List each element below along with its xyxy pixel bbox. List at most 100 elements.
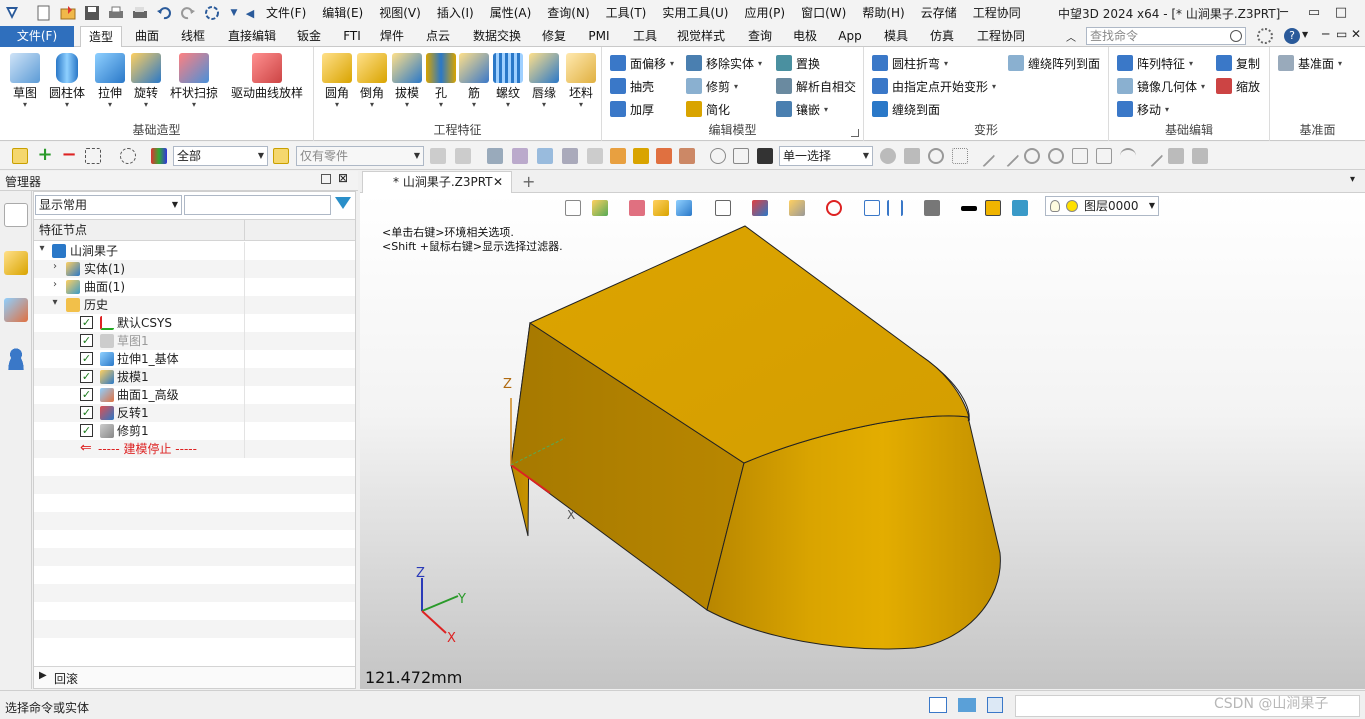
snap-icon-2[interactable] [904, 148, 920, 164]
menu-utilities[interactable]: 实用工具(U) [654, 2, 736, 24]
tree-row-root[interactable]: ▾ 山涧果子 [34, 242, 355, 260]
copy-button[interactable]: 复制 [1216, 53, 1260, 73]
visibility-checkbox[interactable]: ✓ [80, 316, 93, 329]
new-tab-icon[interactable]: + [522, 172, 535, 191]
manager-search-field[interactable] [184, 195, 331, 215]
snap-icon-10[interactable] [1096, 148, 1112, 164]
remove-solid-button[interactable]: 移除实体 ▾ [686, 53, 762, 73]
status-icon-3[interactable] [987, 697, 1003, 713]
tab-pmi[interactable]: PMI [582, 26, 616, 47]
display-filter-combo[interactable]: 显示常用 ▼ [35, 195, 182, 215]
command-search-input[interactable]: 查找命令 [1086, 27, 1246, 45]
view-manager-icon[interactable] [4, 298, 28, 322]
select-tool-icon-8[interactable] [656, 148, 672, 164]
filter-icon[interactable] [151, 148, 167, 164]
menu-window[interactable]: 窗口(W) [793, 2, 854, 24]
tab-visual-style[interactable]: 视觉样式 [671, 26, 731, 47]
snap-icon-6[interactable] [996, 144, 1020, 168]
parts-filter-icon[interactable] [273, 148, 289, 164]
snap-icon-13[interactable] [1168, 148, 1184, 164]
menu-apps[interactable]: 应用(P) [737, 2, 794, 24]
resolve-self-intersection-button[interactable]: 解析自相交 [776, 76, 856, 96]
add-icon[interactable]: + [37, 146, 53, 164]
expand-icon[interactable]: › [50, 279, 60, 290]
visibility-checkbox[interactable]: ✓ [80, 370, 93, 383]
scissors-icon[interactable] [430, 148, 446, 164]
remove-icon[interactable]: − [61, 146, 77, 164]
cylinder-button[interactable]: 圆柱体 ▾ [48, 50, 86, 110]
snap-icon-11[interactable] [1120, 148, 1136, 164]
box-select-icon[interactable] [85, 148, 101, 164]
undo-icon[interactable] [154, 3, 174, 23]
select-mode-combo[interactable]: 单一选择 ▼ [779, 146, 873, 166]
redo-icon[interactable] [178, 3, 198, 23]
document-tab[interactable]: * 山涧果子.Z3PRT ✕ [362, 171, 512, 194]
menu-help[interactable]: 帮助(H) [854, 2, 912, 24]
gear-icon[interactable] [1257, 28, 1273, 44]
tab-wireframe[interactable]: 线框 [173, 26, 213, 47]
minimize-button[interactable]: ─ [1270, 2, 1298, 22]
expand-icon[interactable]: ▾ [37, 243, 47, 254]
tab-point-cloud[interactable]: 点云 [418, 26, 458, 47]
mirror-geometry-button[interactable]: 镜像几何体 ▾ [1117, 76, 1205, 96]
tree-row-extrude[interactable]: ✓ 拉伸1_基体 [34, 350, 355, 368]
inlay-button[interactable]: 镶嵌 ▾ [776, 99, 828, 119]
rollback-section[interactable]: ▶ 回滚 [34, 666, 355, 688]
select-tool-icon-1[interactable] [487, 148, 503, 164]
close-tab-icon[interactable]: ✕ [493, 172, 503, 193]
select-tool-icon-9[interactable] [679, 148, 695, 164]
print-preview-icon[interactable] [130, 3, 150, 23]
select-tool-icon-4[interactable] [562, 148, 578, 164]
select-tool-icon-3[interactable] [537, 148, 553, 164]
tab-data-exchange[interactable]: 数据交换 [466, 26, 528, 47]
menu-view[interactable]: 视图(V) [371, 2, 429, 24]
close-panel-icon[interactable]: ⊠ [338, 171, 348, 185]
app-logo-icon[interactable] [2, 3, 22, 23]
status-icon-1[interactable] [929, 697, 947, 713]
menu-inquire[interactable]: 查询(N) [539, 2, 597, 24]
lip-button[interactable]: 唇缘 ▾ [525, 50, 563, 110]
open-file-icon[interactable] [58, 3, 78, 23]
draft-button[interactable]: 拔模 ▾ [388, 50, 426, 110]
save-icon[interactable] [82, 3, 102, 23]
visibility-checkbox[interactable]: ✓ [80, 352, 93, 365]
close-button[interactable] [1339, 2, 1365, 22]
print-icon[interactable] [106, 3, 126, 23]
tab-direct-edit[interactable]: 直接编辑 [222, 26, 282, 47]
menu-insert[interactable]: 插入(I) [429, 2, 482, 24]
tab-modeling[interactable]: 造型 [80, 26, 122, 48]
menu-attributes[interactable]: 属性(A) [482, 2, 540, 24]
help-dropdown-icon[interactable]: ▼ [1302, 30, 1308, 39]
collapse-icon[interactable]: ▾ [50, 297, 60, 308]
select-tool-icon-6[interactable] [610, 148, 626, 164]
help-icon[interactable]: ? [1284, 28, 1300, 44]
thicken-button[interactable]: 加厚 [610, 99, 654, 119]
pattern-feature-button[interactable]: 阵列特征 ▾ [1117, 53, 1193, 73]
snap-icon-7[interactable] [1024, 148, 1040, 164]
tree-row-default-csys[interactable]: ✓ 默认CSYS [34, 314, 355, 332]
face-offset-button[interactable]: 面偏移 ▾ [610, 53, 674, 73]
status-icon-2[interactable] [958, 698, 976, 712]
deform-from-point-button[interactable]: 由指定点开始变形 ▾ [872, 76, 996, 96]
tree-row-sketch[interactable]: ✓ 草图1 [34, 332, 355, 350]
tree-row-history[interactable]: ▾ 历史 [34, 296, 355, 314]
move-button[interactable]: 移动 ▾ [1117, 99, 1169, 119]
snap-icon-3[interactable] [928, 148, 944, 164]
history-manager-icon[interactable] [4, 203, 28, 227]
blank-button[interactable]: 坯料 ▾ [562, 50, 600, 110]
tab-collaboration[interactable]: 工程协同 [970, 26, 1032, 47]
sketch-button[interactable]: 草图 ▾ [6, 50, 44, 110]
snap-icon-8[interactable] [1048, 148, 1064, 164]
tree-row-solid[interactable]: › 实体(1) [34, 260, 355, 278]
back-arrow-icon[interactable]: ◀ [240, 3, 260, 23]
select-tool-icon-11[interactable] [733, 148, 749, 164]
expand-icon[interactable]: › [50, 261, 60, 272]
sweep-button[interactable]: 杆状扫掠 ▾ [169, 50, 219, 110]
visibility-checkbox[interactable]: ✓ [80, 388, 93, 401]
expand-icon[interactable]: ▶ [39, 670, 47, 681]
filter-combo[interactable]: 全部 ▼ [173, 146, 268, 166]
select-tool-icon-10[interactable] [710, 148, 726, 164]
tree-row-trim[interactable]: ✓ 修剪1 [34, 422, 355, 440]
menu-collaboration[interactable]: 工程协同 [965, 2, 1029, 24]
tab-sheet-metal[interactable]: 钣金 [289, 26, 329, 47]
